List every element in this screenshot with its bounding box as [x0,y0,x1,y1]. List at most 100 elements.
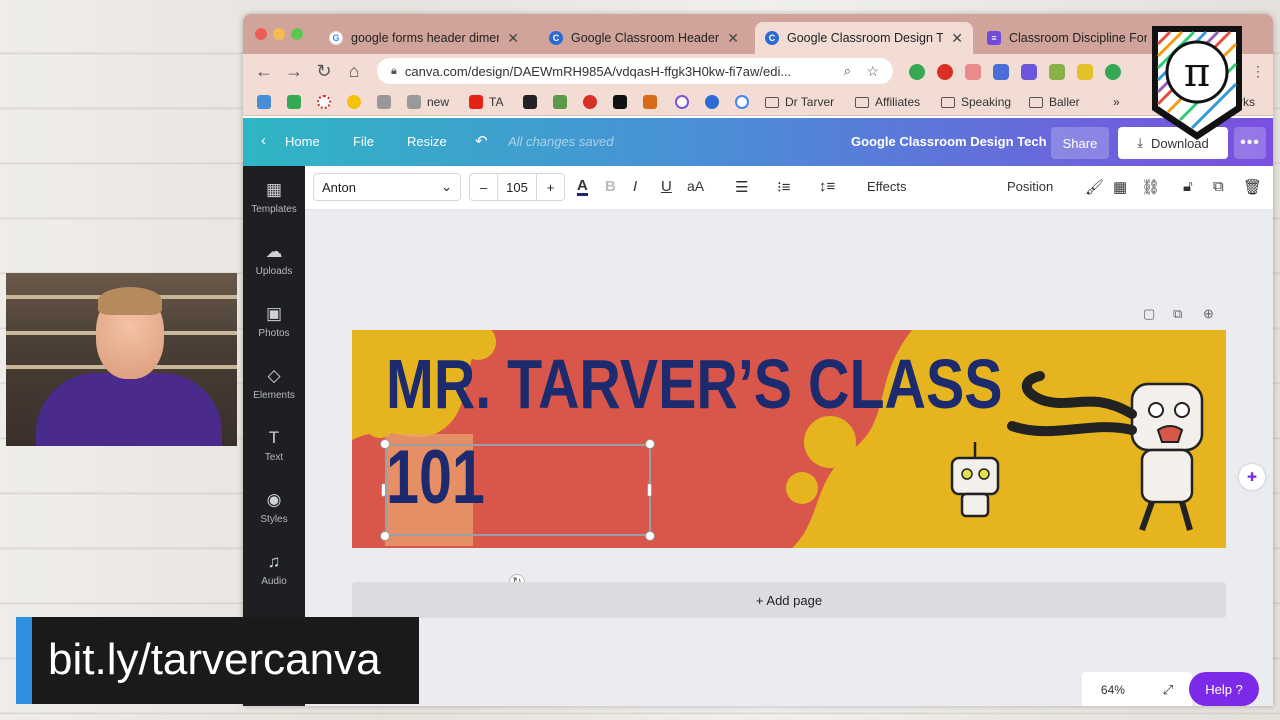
header-design[interactable]: MR. TARVER’S CLASS 101 [352,330,1226,548]
chevron-left-icon[interactable]: ‹ [261,132,266,149]
zoom-control[interactable]: 64% ⤢ [1082,672,1192,706]
bookmark-icon[interactable] [643,95,657,109]
resize-handle[interactable] [380,439,390,449]
star-icon[interactable]: ☆ [866,63,879,80]
reload-icon[interactable]: ↻ [313,60,335,82]
bookmark-ta[interactable]: TA [469,95,503,109]
position-button[interactable]: Position [1007,179,1053,194]
extension-icon[interactable] [1049,64,1065,80]
close-icon[interactable]: ✕ [507,30,519,47]
url-input[interactable]: 🔒︎ canva.com/design/DAEWmRH985A/vdqasH-f… [377,58,893,84]
tab-classroom-design-active[interactable]: C Google Classroom Design Te ✕ [755,22,973,54]
increase-size-button[interactable]: + [536,174,564,200]
add-page-icon[interactable]: ⊕ [1203,306,1214,322]
bookmark-icon[interactable] [553,95,567,109]
resize-button[interactable]: Resize [407,134,447,149]
sidebar-item-audio[interactable]: ♫ Audio [243,552,305,587]
font-select[interactable]: Anton ⌄ [313,173,461,201]
tab-google-forms[interactable]: G google forms header dimens ✕ [319,22,529,54]
extension-icon[interactable] [965,64,981,80]
drive-icon[interactable] [287,95,301,109]
bookmark-folder-affiliates[interactable]: Affiliates [855,95,920,109]
upload-icon: ☁ [265,242,283,261]
menu-kebab-icon[interactable]: ⋮ [1247,60,1269,82]
sidebar-item-text[interactable]: T Text [243,428,305,463]
share-button[interactable]: Share [1051,127,1109,159]
close-icon[interactable]: ✕ [727,30,739,47]
list-icon[interactable]: ⁝≡ [777,178,791,196]
resize-handle[interactable] [380,531,390,541]
bookmark-icon[interactable] [347,95,361,109]
design-title-text[interactable]: MR. TARVER’S CLASS [386,344,1003,424]
link-icon[interactable]: ⛓︎ [1141,178,1160,196]
bookmark-icon[interactable] [583,95,597,109]
side-handle[interactable] [647,483,652,497]
bookmark-folder-baller[interactable]: Baller [1029,95,1080,109]
extension-icon[interactable] [1077,64,1093,80]
duplicate-icon[interactable]: ⧉ [1213,178,1224,195]
tab-classroom-header[interactable]: C Google Classroom Header ✕ [539,22,749,54]
bookmark-icon[interactable] [317,95,331,109]
maximize-window-button[interactable] [291,28,303,40]
bookmark-folder-speaking[interactable]: Speaking [941,95,1011,109]
tiktok-icon[interactable] [613,95,627,109]
zoom-icon[interactable]: ⌕ [844,63,851,79]
bookmark-icon[interactable] [377,95,391,109]
extension-icon[interactable] [1021,64,1037,80]
document-title[interactable]: Google Classroom Design Tech [851,134,1047,149]
home-icon[interactable]: ⌂ [343,60,365,82]
back-icon[interactable]: ← [253,60,275,82]
selection-box[interactable] [385,444,651,536]
spacing-icon[interactable]: ↕≡ [819,178,835,195]
tab-label: google forms header dimens [351,31,500,45]
google-icon[interactable] [735,95,749,109]
trash-icon[interactable]: 🗑︎ [1243,178,1262,196]
add-page-button[interactable]: + Add page [352,582,1226,618]
close-window-button[interactable] [255,28,267,40]
extension-icon[interactable] [937,64,953,80]
text-color-icon[interactable]: A [577,178,588,196]
bookmark-folder-dr-tarver[interactable]: Dr Tarver [765,95,834,109]
extension-icon[interactable] [909,64,925,80]
fullscreen-icon[interactable]: ⤢ [1163,682,1173,698]
extension-icon[interactable] [1105,64,1121,80]
bookmark-icon[interactable] [257,95,271,109]
help-button[interactable]: Help ? [1189,672,1259,706]
home-button[interactable]: Home [285,134,320,149]
italic-icon[interactable]: I [633,178,637,195]
underline-icon[interactable]: U [661,178,672,195]
lock-icon[interactable]: 🔓︎ [1183,178,1193,195]
resize-handle[interactable] [645,439,655,449]
bookmarks-overflow[interactable]: » [1113,95,1120,109]
sidebar-item-photos[interactable]: ▣ Photos [243,304,305,339]
tab-discipline-form[interactable]: ≡ Classroom Discipline Form [977,22,1157,54]
undo-icon[interactable]: ↶ [475,132,488,150]
sidebar-item-elements[interactable]: ◇ Elements [243,366,305,401]
transparency-icon[interactable]: ▦ [1113,178,1127,196]
font-size-input[interactable]: 105 [498,180,536,195]
resize-handle[interactable] [645,531,655,541]
comment-icon[interactable]: ✚ [1239,464,1265,490]
close-icon[interactable]: ✕ [951,30,963,47]
duplicate-page-icon[interactable]: ⧉ [1173,306,1182,322]
file-menu[interactable]: File [353,134,374,149]
bookmark-icon[interactable] [675,95,689,109]
bookmark-new[interactable]: new [407,95,449,109]
sidebar-item-styles[interactable]: ◉ Styles [243,490,305,525]
sidebar-item-uploads[interactable]: ☁ Uploads [243,242,305,277]
effects-button[interactable]: Effects [867,179,907,194]
sidebar-item-templates[interactable]: ▦ Templates [243,180,305,215]
decrease-size-button[interactable]: – [470,174,498,200]
side-handle[interactable] [381,483,386,497]
bold-icon[interactable]: B [605,178,616,195]
minimize-window-button[interactable] [273,28,285,40]
case-icon[interactable]: aA [687,178,704,194]
bookmark-icon[interactable] [523,95,537,109]
person-body [36,373,222,446]
extension-icon[interactable] [993,64,1009,80]
paint-format-icon[interactable]: 🖌︎ [1085,178,1104,196]
canva-icon[interactable] [705,95,719,109]
forward-icon[interactable]: → [283,60,305,82]
notes-icon[interactable]: ▢ [1143,306,1155,322]
align-icon[interactable]: ☰ [735,178,748,196]
